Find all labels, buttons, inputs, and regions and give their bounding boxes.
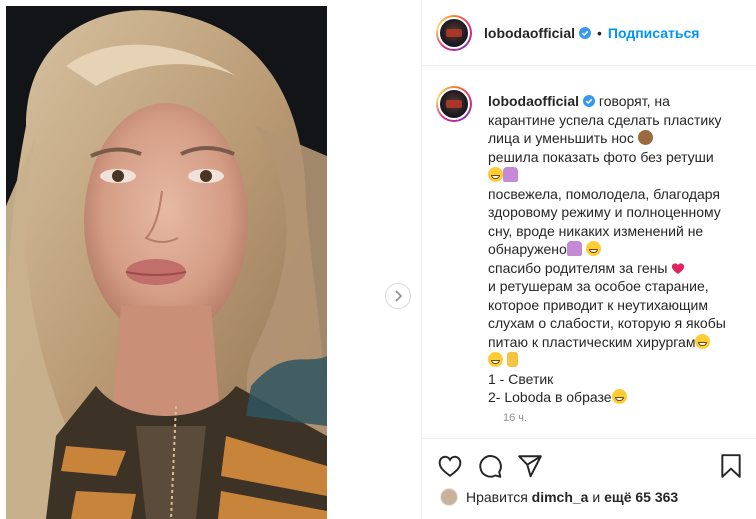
caption-line: карантине успела сделать пластику [488, 111, 722, 128]
monkey-emoji-icon [637, 130, 653, 145]
heart-icon[interactable] [437, 453, 463, 479]
likes-mid: и [592, 489, 601, 505]
media-pane [0, 0, 421, 519]
caption-line: посвежела, помолодела, благодаря [488, 185, 720, 202]
caption-line: говорят, на [598, 93, 670, 109]
follow-button[interactable]: Подписаться [608, 25, 700, 41]
liker-avatar[interactable] [440, 488, 458, 506]
caption-username[interactable]: lobodaofficial [488, 93, 579, 109]
post-photo[interactable] [6, 6, 327, 519]
caption-line: 2- Loboda в образе [488, 389, 612, 405]
bookmark-icon[interactable] [718, 453, 744, 479]
caption-line: слухам о слабости, которую я якобы [488, 315, 726, 331]
caption-line: лица и уменьшить нос [488, 130, 634, 146]
selfie-image [6, 6, 327, 519]
username-link[interactable]: lobodaofficial [484, 25, 575, 41]
rock-hand-emoji-icon [506, 352, 518, 367]
caption-line: обнаружено [488, 241, 567, 257]
grin-emoji-icon [488, 352, 503, 367]
post-header: lobodaofficial • Подписаться [422, 0, 756, 66]
post-sidebar: lobodaofficial • Подписаться lobodaoffic… [421, 0, 756, 519]
post-timestamp[interactable]: 16 ч. [503, 412, 527, 424]
caption-line: которое приводит к неутихающим [488, 296, 708, 313]
caption-line: и ретушерам за особое старание, [488, 278, 709, 294]
verified-icon [583, 95, 595, 107]
liker-username[interactable]: dimch_a [532, 489, 589, 505]
person-emoji-icon [566, 241, 582, 256]
caption-line: 1 - Светик [488, 370, 554, 387]
caption-line: спасибо родителям за гены [488, 259, 668, 276]
separator-dot: • [597, 24, 602, 41]
person-emoji-icon [503, 167, 518, 182]
grin-emoji-icon [611, 389, 627, 404]
caption-line: сну, вроде никаких изменений не [488, 222, 704, 239]
likes-prefix: Нравится [466, 489, 528, 505]
grin-emoji-icon [488, 167, 503, 182]
laughing-emoji-icon [585, 241, 601, 256]
caption-text: lobodaofficial говорят, на карантине усп… [488, 92, 748, 407]
laughing-emoji-icon [695, 333, 711, 349]
comment-icon[interactable] [477, 453, 503, 479]
caption-line: питаю к пластическим хирургам [488, 333, 696, 350]
likes-row: Нравится dimch_a и ещё 65 363 [440, 488, 678, 506]
verified-icon [579, 26, 591, 39]
share-icon[interactable] [517, 453, 543, 479]
caption-line: здоровому режиму и полноценному [488, 204, 721, 220]
next-photo-button[interactable] [385, 283, 411, 309]
avatar[interactable] [436, 14, 472, 51]
caption-avatar[interactable] [436, 86, 472, 122]
action-bar [422, 438, 756, 481]
likes-count[interactable]: ещё 65 363 [604, 489, 678, 505]
chevron-right-icon [395, 290, 403, 302]
heart-emoji-icon [672, 262, 685, 274]
caption-line: решила показать фото без ретуши [488, 148, 714, 165]
